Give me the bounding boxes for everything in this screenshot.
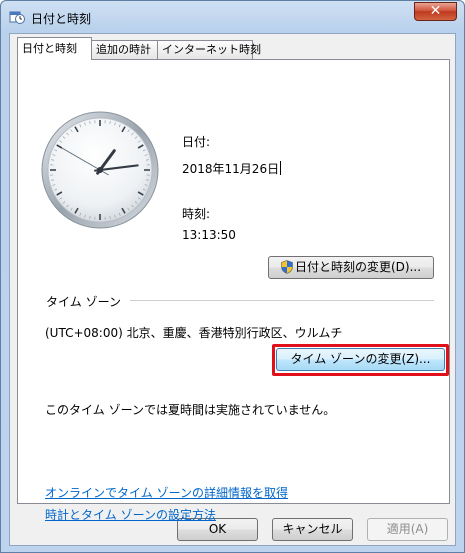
- clock-center: [97, 167, 103, 173]
- window-title: 日付と時刻: [31, 12, 92, 26]
- cancel-button[interactable]: キャンセル: [272, 518, 353, 541]
- apply-button[interactable]: 適用(A): [367, 518, 448, 541]
- time-value: 13:13:50: [182, 228, 236, 242]
- timezone-divider: [130, 300, 434, 301]
- change-timezone-button[interactable]: タイム ゾーンの変更(Z)...: [276, 348, 445, 371]
- uac-shield-icon: [281, 260, 293, 274]
- date-time-dialog: 日付と時刻 ✕ 日付と時刻 追加の時計 インターネット時刻 日付: 2018年1…: [0, 0, 465, 553]
- tab-internet-time[interactable]: インターネット時刻: [157, 40, 261, 59]
- change-date-time-button[interactable]: 日付と時刻の変更(D)...: [268, 256, 434, 279]
- timezone-value: (UTC+08:00) 北京、重慶、香港特別行政区、ウルムチ: [45, 326, 343, 340]
- date-value-text: 2018年11月26日: [182, 162, 280, 176]
- date-label: 日付:: [182, 135, 211, 149]
- time-label: 時刻:: [182, 207, 211, 221]
- timezone-info-link[interactable]: オンラインでタイム ゾーンの詳細情報を取得: [45, 484, 288, 501]
- settings-help-link[interactable]: 時計とタイム ゾーンの設定方法: [45, 506, 216, 523]
- dialog-body: 日付と時刻 追加の時計 インターネット時刻 日付: 2018年11月26日 時刻…: [9, 33, 456, 546]
- calendar-clock-icon: [9, 11, 25, 24]
- date-value: 2018年11月26日: [182, 160, 282, 177]
- tab-date-time[interactable]: 日付と時刻: [17, 37, 92, 60]
- analog-clock: [41, 111, 159, 229]
- tab-panel-date-time: 日付: 2018年11月26日 時刻: 13:13:50 日付と時刻の変更(D)…: [17, 59, 450, 522]
- change-date-time-label: 日付と時刻の変更(D)...: [294, 260, 422, 274]
- tab-additional-clocks[interactable]: 追加の時計: [91, 40, 158, 59]
- text-caret: [280, 161, 282, 175]
- title-bar[interactable]: 日付と時刻 ✕: [1, 1, 464, 33]
- dst-note: このタイム ゾーンでは夏時間は実施されていません。: [45, 403, 336, 417]
- timezone-heading: タイム ゾーン: [46, 295, 121, 309]
- close-button[interactable]: ✕: [414, 2, 457, 21]
